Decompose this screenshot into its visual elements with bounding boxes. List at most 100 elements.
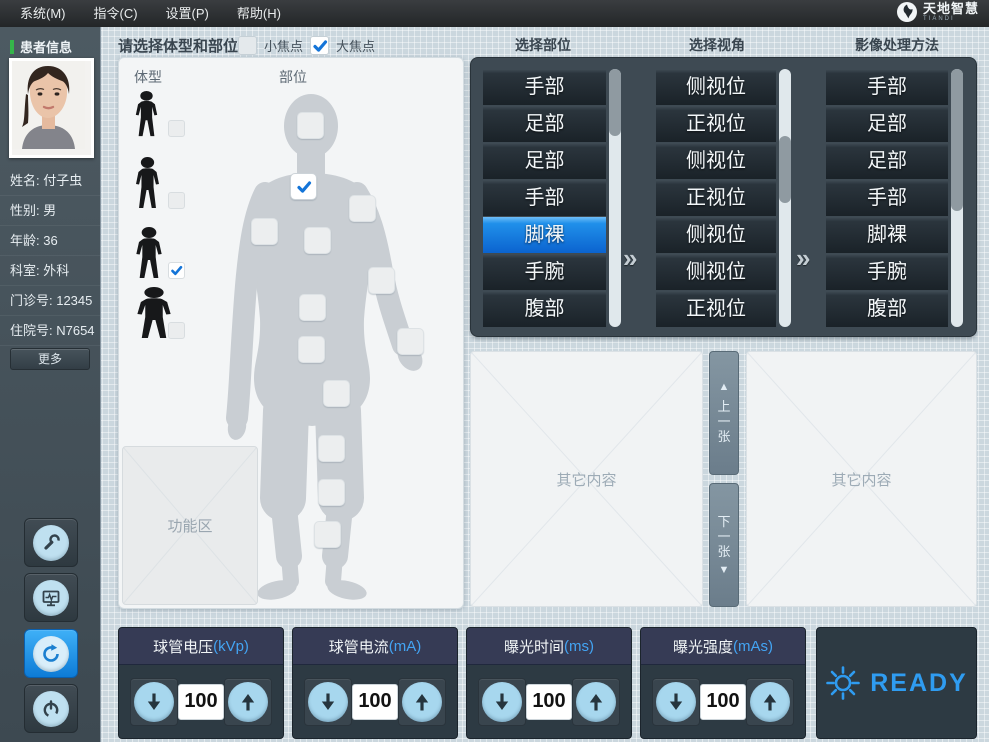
checkpoint-clavicle[interactable]	[290, 173, 317, 200]
list-2-item-4[interactable]: 手部	[826, 180, 948, 216]
brand-logo: 天地智慧 TIANDI	[896, 1, 979, 23]
preview-panel-right: 其它内容	[746, 351, 977, 607]
list-0-item-2[interactable]: 足部	[483, 106, 606, 142]
checkpoint-right-knee[interactable]	[318, 435, 345, 462]
next-image-button[interactable]: 下一张 ▼	[709, 483, 739, 607]
list-2-item-1[interactable]: 手部	[826, 69, 948, 105]
ready-label: READY	[870, 669, 968, 698]
decrease-button[interactable]	[478, 678, 526, 726]
menu-item-1[interactable]: 系统(M)	[0, 0, 80, 27]
large-focus-checkbox[interactable]: 大焦点	[310, 36, 375, 55]
list-2-item-6[interactable]: 手腕	[826, 254, 948, 290]
monitor-icon	[33, 580, 69, 616]
list-2-item-5[interactable]: 脚裸	[826, 217, 948, 253]
param-title: 曝光时间(ms)	[467, 628, 631, 665]
list-0-item-7[interactable]: 腹部	[483, 291, 606, 327]
checkpoint-right-thigh[interactable]	[323, 380, 350, 407]
decrease-button[interactable]	[304, 678, 352, 726]
body-part-label: 部位	[279, 67, 307, 87]
arrow-down-icon	[308, 682, 348, 722]
menu-item-3[interactable]: 设置(P)	[152, 0, 223, 27]
checkpoint-right-ankle[interactable]	[314, 521, 341, 548]
reset-refresh-icon	[33, 636, 69, 672]
list-1-item-6[interactable]: 侧视位	[656, 254, 776, 290]
arrow-down-icon	[482, 682, 522, 722]
ready-button[interactable]: READY	[816, 627, 977, 739]
body-type-silhouette	[133, 227, 165, 279]
small-focus-box[interactable]	[238, 36, 257, 55]
param-box-mA: 球管电流(mA)100	[292, 627, 458, 739]
body-type-male[interactable]	[133, 227, 179, 279]
list-0-item-1[interactable]: 手部	[483, 69, 606, 105]
body-type-slim-female[interactable]	[133, 157, 179, 209]
power-button[interactable]	[24, 684, 78, 733]
settings-wrench-button[interactable]	[24, 518, 78, 567]
decrease-button[interactable]	[652, 678, 700, 726]
select-body-title: 请选择体型和部位	[118, 35, 238, 56]
view-list-scrollbar[interactable]	[779, 69, 791, 327]
list-1-item-4[interactable]: 正视位	[656, 180, 776, 216]
list-0-item-3[interactable]: 足部	[483, 143, 606, 179]
list-2-item-3[interactable]: 足部	[826, 143, 948, 179]
monitor-diagnostics-button[interactable]	[24, 573, 78, 622]
list-2-item-7[interactable]: 腹部	[826, 291, 948, 327]
param-value: 100	[178, 684, 224, 720]
menu-item-2[interactable]: 指令(C)	[80, 0, 152, 27]
body-type-child[interactable]	[133, 91, 179, 137]
application-window: 系统(M)指令(C)设置(P)帮助(H) 天地智慧 TIANDI 患者信息	[0, 0, 989, 742]
param-title: 曝光强度(mAs)	[641, 628, 805, 665]
body-type-silhouette	[133, 91, 160, 137]
list-0-item-6[interactable]: 手腕	[483, 254, 606, 290]
checkpoint-sternum[interactable]	[304, 227, 331, 254]
tool-buttons	[0, 27, 100, 742]
preview-placeholder-label: 其它内容	[556, 469, 616, 490]
increase-button[interactable]	[398, 678, 446, 726]
checkpoint-head[interactable]	[297, 112, 324, 139]
list-1-item-7[interactable]: 正视位	[656, 291, 776, 327]
param-title: 球管电压(kVp)	[119, 628, 283, 665]
power-icon	[33, 691, 69, 727]
checkpoint-left-hip[interactable]	[298, 336, 325, 363]
body-type-large-female[interactable]	[133, 287, 179, 339]
checkpoint-right-elbow[interactable]	[368, 267, 395, 294]
list-1-item-3[interactable]: 侧视位	[656, 143, 776, 179]
brand-subtitle: TIANDI	[923, 16, 979, 22]
arrow-up-icon	[750, 682, 790, 722]
param-box-kVp: 球管电压(kVp) 100	[118, 627, 284, 739]
param-value: 100	[526, 684, 572, 720]
small-focus-checkbox[interactable]: 小焦点	[238, 36, 303, 55]
list-2-item-2[interactable]: 足部	[826, 106, 948, 142]
increase-button[interactable]	[746, 678, 794, 726]
param-box-ms: 曝光时间(ms) 100	[466, 627, 632, 739]
decrease-button[interactable]	[130, 678, 178, 726]
list-1-item-2[interactable]: 正视位	[656, 106, 776, 142]
processing-list-scrollbar[interactable]	[951, 69, 963, 327]
list-0-item-5[interactable]: 脚裸	[483, 217, 606, 253]
view-list-scroll-thumb[interactable]	[779, 136, 791, 203]
arrow-down-icon	[134, 682, 174, 722]
wrench-icon	[33, 525, 69, 561]
select-view-header: 选择视角	[647, 35, 787, 55]
list-1-item-5[interactable]: 侧视位	[656, 217, 776, 253]
checkpoint-right-hand[interactable]	[397, 328, 424, 355]
param-value: 100	[700, 684, 746, 720]
checkpoint-right-shoulder[interactable]	[349, 195, 376, 222]
large-focus-box[interactable]	[310, 36, 329, 55]
increase-button[interactable]	[224, 678, 272, 726]
menu-bar: 系统(M)指令(C)设置(P)帮助(H) 天地智慧 TIANDI	[0, 0, 989, 27]
checkpoint-left-upper-arm[interactable]	[251, 218, 278, 245]
part-list-scrollbar[interactable]	[609, 69, 621, 327]
processing-list-scroll-thumb[interactable]	[951, 69, 963, 211]
list-0-item-4[interactable]: 手部	[483, 180, 606, 216]
body-type-label: 体型	[134, 67, 162, 87]
checkpoint-right-shin[interactable]	[318, 479, 345, 506]
part-list-scroll-thumb[interactable]	[609, 69, 621, 136]
checkpoint-left-waist[interactable]	[299, 294, 326, 321]
previous-image-button[interactable]: ▲ 上一张	[709, 351, 739, 475]
view-list: 侧视位正视位侧视位正视位侧视位侧视位正视位	[656, 69, 776, 328]
arrow-up-icon	[576, 682, 616, 722]
list-1-item-1[interactable]: 侧视位	[656, 69, 776, 105]
menu-item-4[interactable]: 帮助(H)	[223, 0, 295, 27]
reset-button[interactable]	[24, 629, 78, 678]
increase-button[interactable]	[572, 678, 620, 726]
